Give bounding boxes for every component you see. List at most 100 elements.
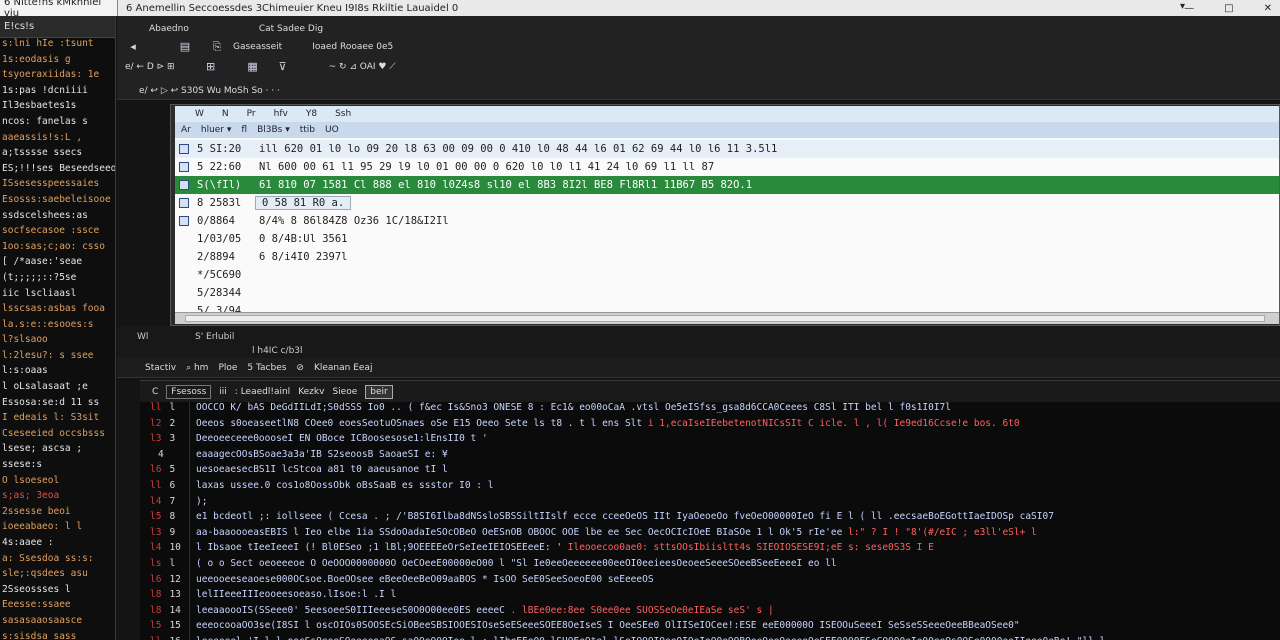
left-panel-item[interactable]: l:s:oaas xyxy=(0,365,115,381)
tab-messages[interactable]: Kleanan Eeaj xyxy=(314,363,372,373)
table-row[interactable]: 0/8864 8/4% 8 86l84Z8 Oz36 1C/18&I2Il xyxy=(175,212,1279,230)
toolbar-icons-left[interactable]: e/ ← D ⊳ ⊞ xyxy=(125,62,175,72)
left-panel-item[interactable]: O lsoeseol xyxy=(0,475,115,491)
left-panel-item[interactable]: s:lni hIe :tsunt xyxy=(0,38,115,54)
left-panel-item[interactable]: l oLsalasaat ;e xyxy=(0,381,115,397)
close-button[interactable]: ✕ xyxy=(1264,3,1272,14)
arrow-left-icon[interactable]: ◂ xyxy=(127,41,139,53)
table-row[interactable]: 2/8894 6 8/i4I0 2397l xyxy=(175,248,1279,266)
left-panel-item[interactable]: 1oo:sas;c;ao: csso xyxy=(0,241,115,257)
left-panel-item[interactable]: l:2lesu?: s ssee xyxy=(0,350,115,366)
code-lines[interactable]: OOCCO K/ bAS DeGdIILdI;S0dSSS Io0 .. ( f… xyxy=(196,402,1280,640)
grid-header-cell[interactable]: Y8 xyxy=(306,109,317,119)
left-panel-item[interactable]: la.s:e::esooes:s xyxy=(0,319,115,335)
minimize-button[interactable]: — xyxy=(1184,3,1194,14)
table-row[interactable]: */5C690 xyxy=(175,266,1279,284)
code-line[interactable]: eaaagecOOsBSoae3a3a'IB S2seoosB SaoaeSI … xyxy=(196,449,1280,465)
toolbar-label-4[interactable]: Ioaed Rooaee 0e5 xyxy=(312,42,393,52)
paste-icon[interactable]: ⎘ xyxy=(211,41,223,53)
grid-header-cell[interactable]: Pr xyxy=(247,109,256,119)
toolbar-label-1[interactable]: Abaedno xyxy=(149,24,189,34)
grid-column-header[interactable]: fl xyxy=(241,125,247,135)
code-line[interactable]: l Ibsaoe tIeeIeeeI (! Bl0ESeo ;1 lBl;9OE… xyxy=(196,542,1280,558)
toolbar-label-2[interactable]: Cat Sadee Dig xyxy=(259,24,323,34)
left-panel-item[interactable]: socfsecasoe :ssce xyxy=(0,225,115,241)
toolbar-nav-row[interactable]: e/ ↩ ▷ ↩ S30S Wu MoSh So · · · xyxy=(139,86,280,96)
grid-icon[interactable]: ⊞ xyxy=(205,61,217,73)
code-line[interactable]: e1 bcdeotl ;: iollseee ( Ccesa . ; /'B8S… xyxy=(196,511,1280,527)
filter-icon[interactable]: ⊽ xyxy=(277,61,289,73)
grid-header-cell[interactable]: Ssh xyxy=(335,109,351,119)
toolbar-label-3[interactable]: Gaseasseit xyxy=(233,42,282,52)
code-line[interactable]: leeaaoooIS(SSeee0' 5eesoeeS0IIIeeeseS0O0… xyxy=(196,605,1280,621)
editor-toolbar-selected-item[interactable]: beir xyxy=(365,384,393,399)
toolbar-icons-right[interactable]: ~ ↻ ⊿ OAI ♥ ⟋ xyxy=(329,62,396,72)
left-panel-item[interactable]: Esosss:saebeleisooe xyxy=(0,194,115,210)
left-panel-item[interactable]: sle;:qsdees asu xyxy=(0,568,115,584)
left-panel-item[interactable]: s;as; 3eoa xyxy=(0,490,115,506)
tab-statistics[interactable]: Stactiv xyxy=(145,363,176,373)
grid-horizontal-scrollbar[interactable] xyxy=(175,312,1279,324)
editor-toolbar-item[interactable]: : Leaedl!ainl xyxy=(235,387,290,397)
left-panel-item[interactable]: a;tsssse ssecs xyxy=(0,147,115,163)
table-row[interactable]: 5 SI:20 ill 620 01 l0 lo 09 20 l8 63 00 0… xyxy=(175,140,1279,158)
editor-toolbar-item[interactable]: Kezkv xyxy=(298,387,324,397)
table-icon[interactable]: ▦ xyxy=(247,61,259,73)
editor-toolbar-item[interactable]: iii xyxy=(219,387,227,397)
left-panel-item[interactable]: ioeeabaeo: l l xyxy=(0,521,115,537)
left-panel-item[interactable]: iic lscliaasl xyxy=(0,288,115,304)
table-row[interactable]: 5/28344 xyxy=(175,284,1279,302)
left-panel-item[interactable]: s:sisdsa sass xyxy=(0,631,115,640)
code-line[interactable]: eeeocooaOO3se(I8SI l oscOIOs0SOOSEcSiOBe… xyxy=(196,620,1280,636)
code-line[interactable]: Oeeos s0oeaseetlN8 COee0 eoesSeotuOSnaes… xyxy=(196,418,1280,434)
left-panel-item[interactable]: a: Ssesdoa ss:s: xyxy=(0,553,115,569)
code-line[interactable]: aa-baaoooeasEBIS l Ieo elbe 1ia SSdoOada… xyxy=(196,527,1280,543)
left-panel-item[interactable]: [ /*aase:'seae xyxy=(0,256,115,272)
left-panel-item[interactable]: 1s:eodasis g xyxy=(0,54,115,70)
left-panel-item[interactable]: Essosa:se:d 11 ss xyxy=(0,397,115,413)
left-panel-item[interactable]: Eeesse:ssaee xyxy=(0,599,115,615)
editor-toolbar-item[interactable]: C xyxy=(152,387,158,397)
left-panel-item[interactable]: tsyoeraxiidas: 1e xyxy=(0,69,115,85)
left-panel-item[interactable]: ssese:s xyxy=(0,459,115,475)
tab-search[interactable]: ⌕ hm xyxy=(186,363,208,373)
code-line[interactable]: laxas ussee.0 cos1o8OossObk oBsSaaB es s… xyxy=(196,480,1280,496)
grid-column-header[interactable]: Bl3Bs ▾ xyxy=(257,125,290,135)
code-line[interactable]: leeeeeel 'I l l oocSsOeeeSOeeeeoaOS sa0O… xyxy=(196,636,1280,640)
left-panel-item[interactable]: 1s:pas !dcniiii xyxy=(0,85,115,101)
table-row[interactable]: 5 22:60 Nl 600 00 61 l1 95 29 l9 l0 01 00… xyxy=(175,158,1279,176)
grid-column-header[interactable]: hluer ▾ xyxy=(201,125,232,135)
tab-tables[interactable]: 5 Tacbes xyxy=(247,363,286,373)
left-panel-item[interactable]: 2Sseossses l xyxy=(0,584,115,600)
grid-column-header[interactable]: ttib xyxy=(300,125,315,135)
code-line[interactable]: lelIIeeeIIIeooeesoeaso.lIsoe:l .I l xyxy=(196,589,1280,605)
left-panel-item[interactable]: ssdscelshees:as xyxy=(0,210,115,226)
left-panel-item[interactable]: (t;;;;;::?5se xyxy=(0,272,115,288)
code-line[interactable]: uesoeaesecBS1I lcStcoa a81 t0 aaeusanoe … xyxy=(196,464,1280,480)
editor-toolbar-item[interactable]: Sieoe xyxy=(332,387,357,397)
left-panel-item[interactable]: 4s:aaee : xyxy=(0,537,115,553)
grid-header-cell[interactable]: hfv xyxy=(274,109,288,119)
left-panel-item[interactable]: Il3esbaetes1s xyxy=(0,100,115,116)
left-panel-item[interactable]: 2ssesse beoi xyxy=(0,506,115,522)
left-panel-item[interactable]: l?slsaoo xyxy=(0,334,115,350)
left-panel-item[interactable]: sasasaaosaasce xyxy=(0,615,115,631)
tab-stop-icon[interactable]: ⊘ xyxy=(296,363,304,373)
code-line[interactable]: ( o o Sect oeoeeeoe O OeOOO0000000O OeCO… xyxy=(196,558,1280,574)
code-line[interactable]: ); xyxy=(196,496,1280,512)
left-panel-item[interactable]: I edeais l: S3sit xyxy=(0,412,115,428)
left-panel-item[interactable]: Cseseeied occsbsss xyxy=(0,428,115,444)
grid-header-cell[interactable]: W xyxy=(195,109,204,119)
editor-toolbar-item[interactable]: Fsesoss xyxy=(166,384,212,399)
grid-column-header[interactable]: UO xyxy=(325,125,339,135)
scrollbar-thumb[interactable] xyxy=(185,315,1265,322)
table-row-selected[interactable]: S(\fIl) 61 810 07 1581 Cl 888 el 810 l0Z4… xyxy=(175,176,1279,194)
left-panel-item[interactable]: aaeassis!s:L , xyxy=(0,132,115,148)
tab-plan[interactable]: Ploe xyxy=(218,363,237,373)
grid-column-header[interactable]: Ar xyxy=(181,125,191,135)
table-row[interactable]: 1/03/05 0 8/4B:Ul 3561 xyxy=(175,230,1279,248)
left-panel-item[interactable]: lsese; ascsa ; xyxy=(0,443,115,459)
maximize-button[interactable]: □ xyxy=(1224,3,1233,14)
table-row[interactable]: 8 2583l 0 58 81 R0 a. xyxy=(175,194,1279,212)
code-line[interactable]: OOCCO K/ bAS DeGdIILdI;S0dSSS Io0 .. ( f… xyxy=(196,402,1280,418)
